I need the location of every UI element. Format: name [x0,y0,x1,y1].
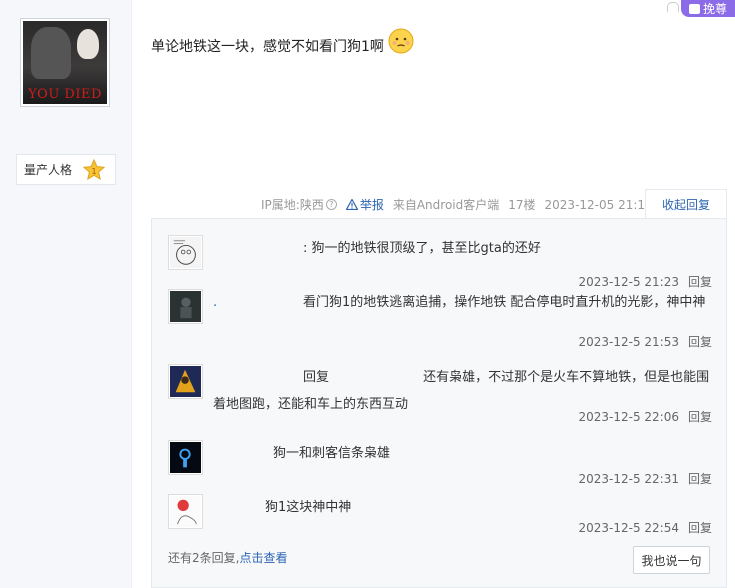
reply-item: 狗一和刺客信条枭雄 2023-12-5 22:31 回复 [168,440,712,490]
doraemon-avatar-icon [170,237,201,268]
avatar-caption: YOU DIED [28,87,102,102]
view-more-link[interactable]: 点击查看 [239,551,287,565]
collapse-replies-button[interactable]: 收起回复 [645,189,727,218]
post-time: 2023-12-05 21:15 [544,197,653,212]
reply-meta: 2023-12-5 22:54 回复 [578,519,712,536]
client-text[interactable]: 来自Android客户端 [393,196,499,213]
reply-button[interactable]: 回复 [688,275,712,289]
badge-label: 量产人格 [24,163,73,177]
post-content: 单论地铁这一块，感觉不如看门狗1啊 [151,28,415,56]
avatar-image: YOU DIED [23,21,107,104]
reply-item: 回复 还有枭雄，不过那个是火车不算地铁，但是也能围着地图跑，还能和车上的东西互动… [168,364,712,428]
reply-username[interactable]: . [213,289,303,316]
reply-body: 狗一和刺客信条枭雄 [273,446,391,461]
reply-button[interactable]: 回复 [688,335,712,349]
reply-button[interactable]: 回复 [688,472,712,486]
reply-time: 2023-12-5 22:54 [578,521,679,535]
reply-text: 狗一和刺客信条枭雄 [213,440,711,467]
reply-button[interactable]: 回复 [688,521,712,535]
reply-item: 狗1这块神中神 2023-12-5 22:54 回复 [168,494,712,544]
reply-avatar[interactable] [168,235,203,270]
user-badge[interactable]: 量产人格 1 [16,154,116,185]
add-reply-button[interactable]: 我也说一句 [633,546,710,574]
gift-button[interactable]: 挽尊 [681,0,735,17]
post-text: 单论地铁这一块，感觉不如看门狗1啊 [151,39,384,55]
thinking-face-emoji-icon [388,28,414,54]
floor-number: 17楼 [508,198,536,212]
ip-text: IP属地:陕西 [261,198,324,212]
reply-time: 2023-12-5 21:53 [578,335,679,349]
reply-to-label: 回复 [303,370,330,385]
girl-face-figure [77,29,99,59]
reply-button[interactable]: 回复 [688,410,712,424]
ribbon-decoration [667,2,679,12]
reply-list: : 狗一的地铁很顶级了，甚至比gta的还好 2023-12-5 21:23 回复 … [151,218,727,588]
armored-hero-avatar-icon [170,366,201,397]
ip-location: IP属地:陕西 ? [261,196,337,213]
reply-text: . 看门狗1的地铁逃离追捕，操作地铁 配合停电时直升机的光影，神中神 [213,289,711,316]
portal-figure-avatar-icon [170,442,201,473]
author-avatar[interactable]: YOU DIED [20,18,110,107]
gift-icon [688,3,700,14]
reply-text: : 狗一的地铁很顶级了，甚至比gta的还好 [213,235,711,262]
reply-body: 还有枭雄，不过那个是火车不算地铁，但是也能围着地图跑，还能和车上的东西互动 [213,370,710,412]
reply-time: 2023-12-5 22:31 [578,472,679,486]
reply-item: : 狗一的地铁很顶级了，甚至比gta的还好 2023-12-5 21:23 回复 [168,235,712,290]
more-replies-count: 还有2条回复, [168,551,240,565]
reply-avatar[interactable] [168,494,203,529]
badge-level: 1 [91,167,96,176]
reply-avatar[interactable] [168,289,203,324]
reply-avatar[interactable] [168,440,203,475]
reply-text: 狗1这块神中神 [213,494,711,521]
reply-item: . 看门狗1的地铁逃离追捕，操作地铁 配合停电时直升机的光影，神中神 2023-1… [168,289,712,353]
reply-meta: 2023-12-5 21:53 回复 [578,333,712,350]
helmet-figure [31,27,71,79]
sketch-avatar-icon [170,496,201,527]
reply-meta: 2023-12-5 22:31 回复 [578,470,712,487]
reply-meta: 2023-12-5 22:06 回复 [578,408,712,425]
client-source: 来自Android客户端 [393,196,499,213]
reply-body: 狗1这块神中神 [265,500,352,515]
star-level-icon: 1 [83,159,105,181]
post-meta: IP属地:陕西 ? 举报 来自Android客户端 17楼 2023-12-05… [261,196,662,213]
reply-body: 看门狗1的地铁逃离追捕，操作地铁 配合停电时直升机的光影，神中神 [303,295,706,310]
author-sidebar: YOU DIED 量产人格 1 [0,0,132,588]
report-link[interactable]: 举报 [345,196,384,213]
reply-time: 2023-12-5 22:06 [578,410,679,424]
gift-label: 挽尊 [702,2,727,16]
reply-time: 2023-12-5 21:23 [578,275,679,289]
reply-meta: 2023-12-5 21:23 回复 [578,273,712,290]
dark-figure-avatar-icon [170,291,201,322]
help-icon[interactable]: ? [325,199,337,210]
warning-icon [345,199,358,210]
report-label: 举报 [359,198,384,212]
reply-avatar[interactable] [168,364,203,399]
reply-body: : 狗一的地铁很顶级了，甚至比gta的还好 [303,241,541,256]
more-replies: 还有2条回复,点击查看 [168,549,287,566]
